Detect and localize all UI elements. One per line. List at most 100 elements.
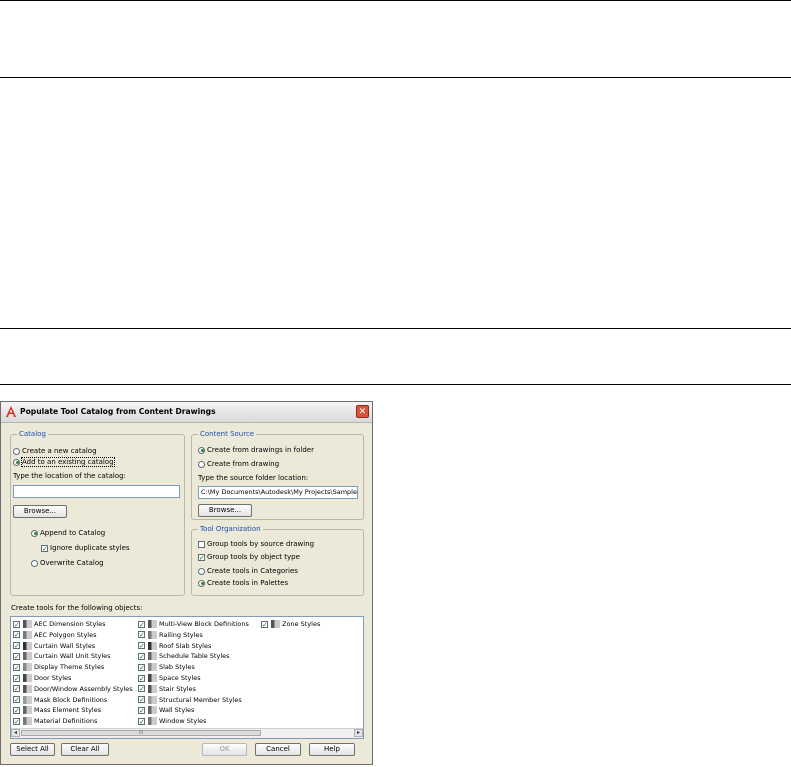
scroll-right-icon[interactable]: ▸: [354, 729, 363, 737]
clear-all-button[interactable]: Clear All: [61, 743, 109, 756]
object-style-icon: [271, 620, 280, 628]
object-list-item[interactable]: ✓ Stair Styles: [138, 684, 196, 694]
source-folder-input[interactable]: C:\My Documents\Autodesk\My Projects\Sam…: [198, 486, 358, 499]
ignore-duplicate-styles-label: Ignore duplicate styles: [50, 544, 130, 552]
object-style-icon: [23, 674, 32, 682]
object-list-item[interactable]: ✓ Curtain Wall Styles: [13, 641, 95, 651]
group-by-source-checkbox[interactable]: Group tools by source drawing: [198, 539, 314, 549]
checkbox-indicator-checked: ✓: [138, 674, 145, 683]
checkbox-indicator-checked: ✓: [198, 553, 205, 562]
object-style-icon: [23, 695, 32, 704]
create-in-palettes-label: Create tools in Palettes: [207, 579, 289, 587]
object-list-item[interactable]: ✓ Schedule Table Styles: [138, 651, 230, 661]
add-existing-catalog-label: Add to an existing catalog: [21, 457, 115, 467]
object-list-item-label: Display Theme Styles: [34, 663, 105, 672]
close-button[interactable]: ✕: [356, 405, 369, 418]
create-from-drawing-radio[interactable]: Create from drawing: [198, 459, 279, 469]
add-existing-catalog-radio[interactable]: Add to an existing catalog: [13, 457, 115, 467]
object-style-icon: [148, 695, 157, 704]
catalog-location-label: Type the location of the catalog:: [13, 472, 126, 480]
object-list-item-label: Multi-View Block Definitions: [159, 620, 249, 628]
object-list-item[interactable]: ✓ Slab Styles: [138, 662, 195, 672]
object-list-item[interactable]: ✓ Zone Styles: [261, 619, 320, 629]
ok-button[interactable]: OK: [202, 743, 247, 756]
object-style-icon: [23, 641, 32, 650]
checkbox-indicator-checked: ✓: [13, 620, 20, 629]
checkbox-indicator-checked: ✓: [138, 663, 145, 672]
object-list-item[interactable]: ✓ Mask Block Definitions: [13, 695, 107, 705]
object-list-item[interactable]: ✓ Railing Styles: [138, 630, 203, 640]
radio-indicator-selected: [198, 579, 205, 587]
separator-line-1: [0, 0, 791, 1]
object-style-icon: [23, 620, 32, 628]
object-list-item-label: AEC Dimension Styles: [34, 620, 106, 628]
object-list-item-label: Zone Styles: [282, 620, 321, 628]
catalog-browse-button[interactable]: Browse...: [13, 505, 67, 518]
radio-indicator: [13, 447, 20, 455]
radio-indicator: [31, 559, 38, 567]
objects-list-label: Create tools for the following objects:: [11, 604, 143, 612]
checkbox-indicator-checked: ✓: [138, 642, 145, 651]
objects-listbox[interactable]: ✓ AEC Dimension Styles ✓ AEC Polygon Styles…: [10, 616, 364, 739]
create-new-catalog-radio[interactable]: Create a new catalog: [13, 446, 97, 456]
create-in-palettes-radio[interactable]: Create tools in Palettes: [198, 578, 288, 588]
separator-line-3: [0, 328, 791, 329]
checkbox-indicator-checked: ✓: [13, 663, 20, 672]
checkbox-indicator-checked: ✓: [41, 544, 48, 553]
checkbox-indicator-checked: ✓: [138, 631, 145, 640]
checkbox-indicator-checked: ✓: [13, 706, 20, 715]
scroll-thumb[interactable]: III: [21, 730, 261, 736]
object-list-item[interactable]: ✓ Door Styles: [13, 673, 71, 683]
cancel-button[interactable]: Cancel: [255, 743, 301, 756]
overwrite-catalog-radio[interactable]: Overwrite Catalog: [31, 558, 104, 568]
object-style-icon: [148, 706, 157, 715]
object-list-item[interactable]: ✓ Space Styles: [138, 673, 201, 683]
object-list-item[interactable]: ✓ Wall Styles: [138, 705, 194, 715]
object-list-item[interactable]: ✓ Roof Slab Styles: [138, 641, 211, 651]
checkbox-indicator-checked: ✓: [13, 717, 20, 726]
object-style-icon: [23, 706, 32, 715]
checkbox-indicator-checked: ✓: [261, 620, 268, 629]
catalog-location-input[interactable]: [13, 485, 180, 498]
object-list-item-label: Wall Styles: [159, 706, 195, 715]
object-style-icon: [148, 620, 157, 628]
scroll-left-icon[interactable]: ◂: [11, 729, 20, 737]
separator-line-4: [0, 384, 791, 385]
append-to-catalog-radio[interactable]: Append to Catalog: [31, 528, 105, 538]
radio-indicator-selected: [13, 458, 20, 466]
object-list-item[interactable]: ✓ Door/Window Assembly Styles: [13, 684, 133, 694]
create-from-folder-radio[interactable]: Create from drawings in folder: [198, 445, 314, 455]
object-list-item[interactable]: ✓ Window Styles: [138, 716, 206, 726]
object-list-item[interactable]: ✓ AEC Polygon Styles: [13, 630, 96, 640]
object-list-item[interactable]: ✓ Material Definitions: [13, 716, 97, 726]
checkbox-indicator-checked: ✓: [138, 706, 145, 715]
group-by-type-checkbox[interactable]: ✓ Group tools by object type: [198, 552, 300, 562]
object-list-item[interactable]: ✓ Curtain Wall Unit Styles: [13, 651, 111, 661]
object-list-item-label: Door/Window Assembly Styles: [34, 684, 133, 693]
ignore-duplicate-styles-checkbox[interactable]: ✓ Ignore duplicate styles: [41, 543, 130, 553]
checkbox-indicator-checked: ✓: [13, 685, 20, 694]
object-list-item[interactable]: ✓ AEC Dimension Styles: [13, 619, 106, 629]
create-new-catalog-label: Create a new catalog: [22, 447, 97, 455]
object-list-item[interactable]: ✓ Mass Element Styles: [13, 705, 101, 715]
object-style-icon: [148, 641, 157, 650]
object-list-item[interactable]: ✓ Multi-View Block Definitions: [138, 619, 249, 629]
object-list-item[interactable]: ✓ Structural Member Styles: [138, 695, 242, 705]
horizontal-scrollbar[interactable]: ◂ III ▸: [11, 728, 363, 738]
object-list-item-label: Railing Styles: [159, 630, 203, 639]
select-all-button[interactable]: Select All: [10, 743, 55, 756]
create-in-categories-radio[interactable]: Create tools in Categories: [198, 566, 298, 576]
object-list-item[interactable]: ✓ Display Theme Styles: [13, 662, 104, 672]
object-list-item-label: Door Styles: [34, 674, 72, 682]
separator-line-2: [0, 77, 791, 78]
source-browse-button[interactable]: Browse...: [198, 504, 252, 517]
autocad-app-icon: [6, 406, 16, 417]
object-list-item-label: Window Styles: [159, 717, 207, 726]
object-style-icon: [23, 630, 32, 639]
help-button[interactable]: Help: [309, 743, 355, 756]
object-style-icon: [23, 684, 32, 693]
object-list-item-label: Slab Styles: [159, 663, 195, 672]
tool-organization-legend: Tool Organization: [198, 525, 263, 533]
object-list-item-label: Material Definitions: [34, 717, 98, 726]
object-style-icon: [148, 663, 157, 672]
